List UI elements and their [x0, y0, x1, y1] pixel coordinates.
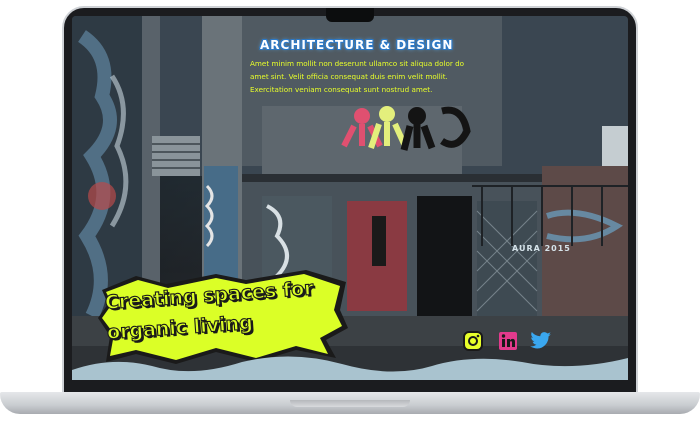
graffiti-aura-text: AURA 2015 — [512, 244, 571, 253]
twitter-icon — [530, 332, 551, 349]
bottom-waves — [72, 350, 628, 380]
linkedin-icon — [499, 332, 517, 350]
hero-title: ARCHITECTURE & DESIGN — [260, 38, 454, 52]
laptop-opening-groove — [290, 400, 410, 407]
instagram-icon — [463, 331, 483, 351]
twitter-link[interactable] — [530, 330, 552, 352]
camera-notch — [326, 8, 374, 22]
hero-description: Amet minim mollit non deserunt ullamco s… — [250, 59, 465, 94]
instagram-link[interactable] — [462, 330, 484, 352]
laptop-mockup: AURA 2015 ARCHITECTURE & DESIGN Amet min… — [0, 0, 700, 430]
linkedin-link[interactable] — [497, 330, 519, 352]
wave-shape — [72, 356, 628, 380]
